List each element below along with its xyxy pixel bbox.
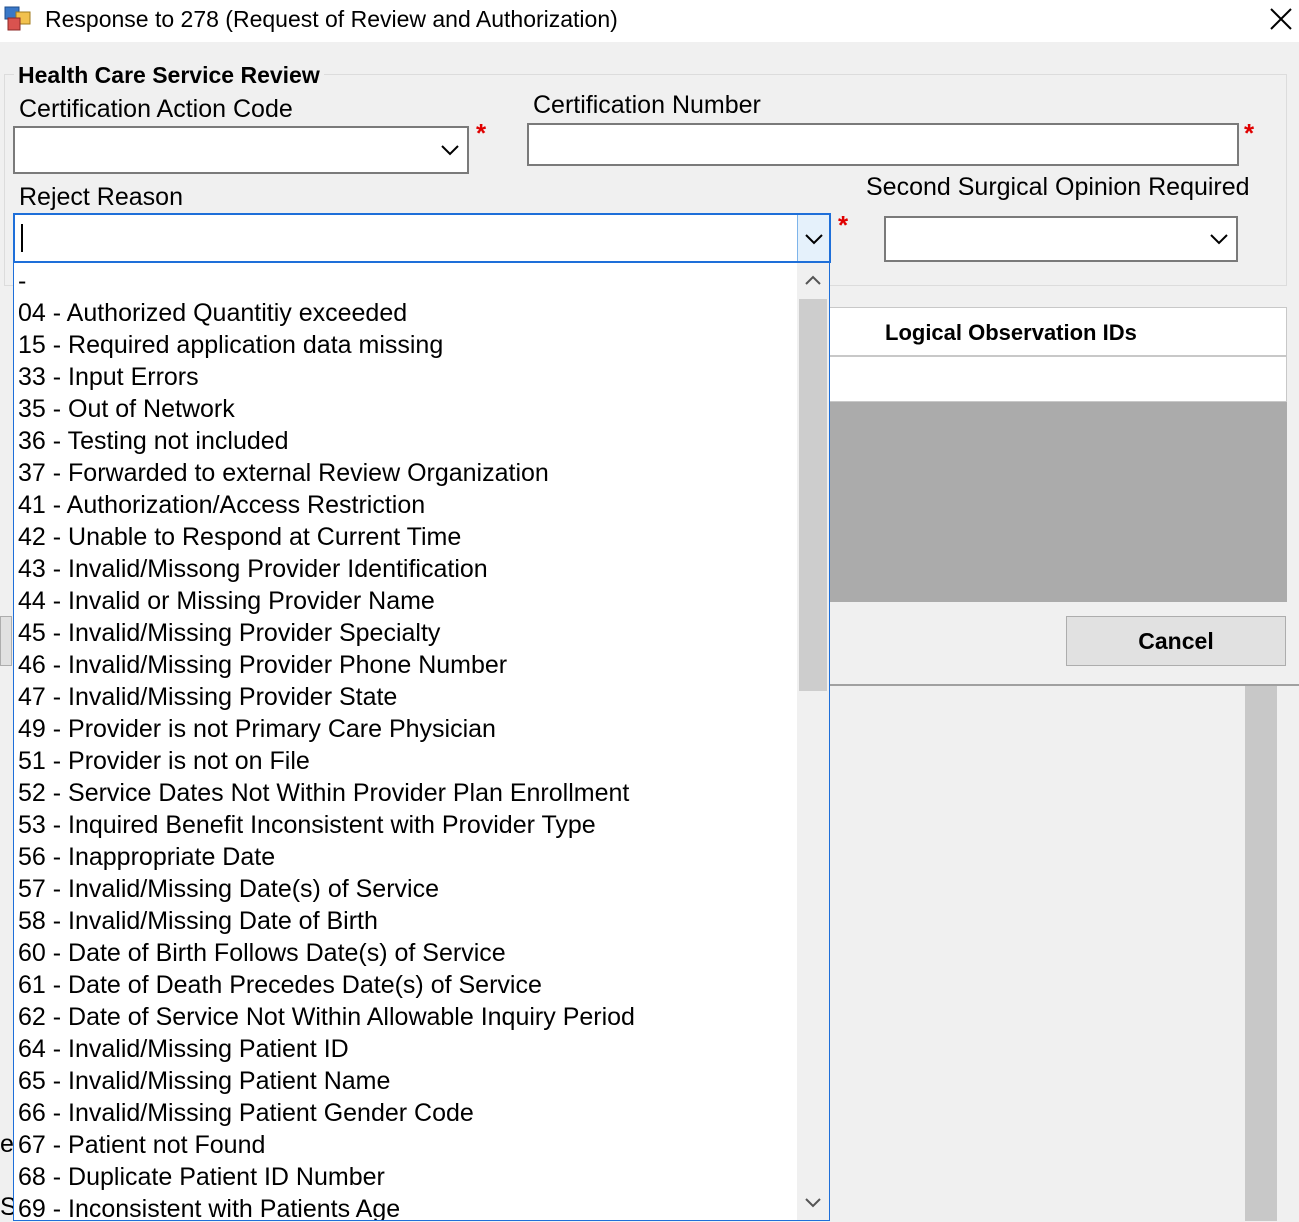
chevron-down-icon [441,145,459,156]
observation-grid-header: Logical Observation IDs [828,307,1287,356]
dropdown-option[interactable]: 66 - Invalid/Missing Patient Gender Code [18,1097,635,1129]
dropdown-option[interactable]: 51 - Provider is not on File [18,745,635,777]
certification-action-code-label: Certification Action Code [19,95,293,123]
dropdown-option[interactable]: 43 - Invalid/Missong Provider Identifica… [18,553,635,585]
window-title: Response to 278 (Request of Review and A… [45,6,618,32]
text-caret [21,224,23,252]
dropdown-option[interactable]: 67 - Patient not Found [18,1129,635,1161]
dropdown-option[interactable]: 44 - Invalid or Missing Provider Name [18,585,635,617]
dropdown-option[interactable]: 37 - Forwarded to external Review Organi… [18,457,635,489]
dropdown-option[interactable]: 49 - Provider is not Primary Care Physic… [18,713,635,745]
dropdown-option[interactable]: 57 - Invalid/Missing Date(s) of Service [18,873,635,905]
required-marker: * [476,118,487,148]
dropdown-items: -04 - Authorized Quantitiy exceeded 15 - … [18,265,635,1220]
observation-grid-row[interactable] [828,356,1287,402]
dropdown-option[interactable]: 52 - Service Dates Not Within Provider P… [18,777,635,809]
dropdown-option[interactable]: 35 - Out of Network [18,393,635,425]
certification-action-code-combo[interactable] [13,126,469,174]
dropdown-option[interactable]: 42 - Unable to Respond at Current Time [18,521,635,553]
grid-column-header: Logical Observation IDs [885,320,1137,345]
group-title: Health Care Service Review [14,62,324,89]
reject-reason-dropdown-button[interactable] [797,215,829,261]
observation-grid-empty-area [828,402,1287,602]
chevron-down-icon [1210,234,1228,245]
scroll-thumb[interactable] [799,299,827,691]
dropdown-option[interactable]: 46 - Invalid/Missing Provider Phone Numb… [18,649,635,681]
dropdown-option[interactable]: 53 - Inquired Benefit Inconsistent with … [18,809,635,841]
certification-number-label: Certification Number [533,91,761,119]
second-surgical-opinion-label: Second Surgical Opinion Required [866,173,1250,201]
dropdown-option[interactable]: 68 - Duplicate Patient ID Number [18,1161,635,1193]
dropdown-option[interactable]: 65 - Invalid/Missing Patient Name [18,1065,635,1097]
dropdown-option[interactable]: 61 - Date of Death Precedes Date(s) of S… [18,969,635,1001]
reject-reason-label: Reject Reason [19,183,183,211]
chevron-down-icon [805,234,823,245]
dropdown-option[interactable]: 69 - Inconsistent with Patients Age [18,1193,635,1220]
dropdown-option[interactable]: 47 - Invalid/Missing Provider State [18,681,635,713]
scroll-up-button[interactable] [797,265,829,295]
certification-number-field[interactable] [527,123,1239,166]
required-marker: * [1244,118,1255,148]
app-window-icon [4,6,32,32]
cancel-button[interactable]: Cancel [1066,616,1286,666]
dropdown-scrollbar[interactable] [797,263,829,1220]
dropdown-option[interactable]: 33 - Input Errors [18,361,635,393]
background-button-fragment[interactable] [0,616,12,666]
dropdown-option[interactable]: 62 - Date of Service Not Within Allowabl… [18,1001,635,1033]
dropdown-option[interactable]: 36 - Testing not included [18,425,635,457]
required-marker: * [838,210,849,240]
background-edge [1280,686,1299,1221]
dropdown-option[interactable]: 64 - Invalid/Missing Patient ID [18,1033,635,1065]
dropdown-option[interactable]: - [18,265,635,297]
dropdown-option[interactable]: 41 - Authorization/Access Restriction [18,489,635,521]
dropdown-option[interactable]: 58 - Invalid/Missing Date of Birth [18,905,635,937]
chevron-up-icon [805,275,821,285]
dropdown-option[interactable]: 04 - Authorized Quantitiy exceeded [18,297,635,329]
dropdown-option[interactable]: 56 - Inappropriate Date [18,841,635,873]
reject-reason-combo[interactable] [13,213,831,263]
divider [828,684,1299,686]
second-surgical-opinion-combo[interactable] [884,216,1238,262]
close-button[interactable] [1264,0,1299,40]
scroll-down-button[interactable] [797,1188,829,1218]
chevron-down-icon [805,1198,821,1208]
background-scrollbar[interactable] [1245,686,1277,1221]
close-icon [1270,8,1292,30]
title-bar: Response to 278 (Request of Review and A… [0,0,1299,42]
dropdown-option[interactable]: 45 - Invalid/Missing Provider Specialty [18,617,635,649]
background-text-fragment: e [0,1130,14,1158]
reject-reason-dropdown-list[interactable]: -04 - Authorized Quantitiy exceeded 15 - … [13,263,830,1221]
dropdown-option[interactable]: 60 - Date of Birth Follows Date(s) of Se… [18,937,635,969]
dropdown-option[interactable]: 15 - Required application data missing [18,329,635,361]
